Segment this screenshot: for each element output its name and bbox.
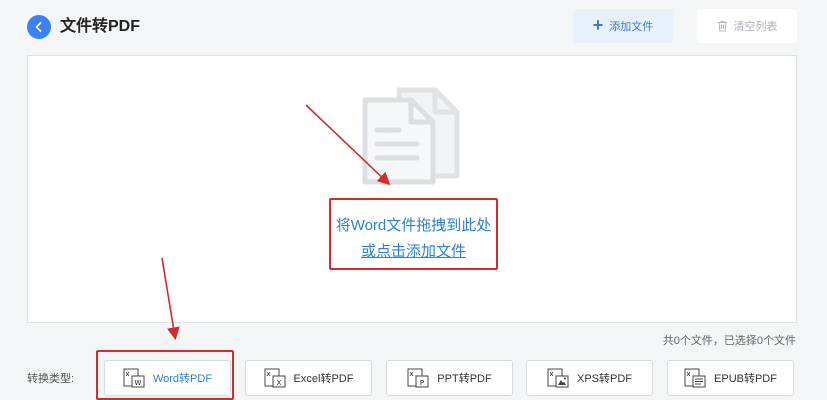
clear-list-label: 清空列表 [733, 21, 778, 33]
excel-to-pdf-button[interactable]: X Excel转PDF [245, 360, 372, 396]
page-title: 文件转PDF [60, 18, 141, 35]
add-file-button[interactable]: + 添加文件 [573, 9, 673, 43]
svg-text:X: X [276, 379, 281, 387]
add-file-label: 添加文件 [609, 21, 654, 33]
epub-to-pdf-label: EPUB转PDF [714, 373, 777, 385]
epub-doc-icon [684, 368, 706, 388]
svg-text:P: P [420, 379, 424, 387]
xps-to-pdf-button[interactable]: XPS转PDF [526, 360, 653, 396]
excel-doc-icon: X [264, 368, 286, 388]
xps-to-pdf-label: XPS转PDF [576, 373, 632, 385]
ppt-to-pdf-label: PPT转PDF [437, 373, 492, 385]
excel-to-pdf-label: Excel转PDF [293, 373, 354, 385]
clear-list-button[interactable]: 清空列表 [697, 9, 797, 43]
click-to-add-link[interactable]: 或点击添加文件 [331, 240, 496, 261]
epub-to-pdf-button[interactable]: EPUB转PDF [667, 360, 794, 396]
plus-icon: + [592, 15, 604, 35]
drop-hint-highlight: 将Word文件拖拽到此处 或点击添加文件 [329, 198, 498, 270]
documents-icon [362, 87, 460, 185]
file-to-pdf-page: 文件转PDF + 添加文件 清空列表 将Word文件拖拽到此处 或点击添加文件 … [0, 0, 827, 400]
arrow-left-icon [35, 22, 42, 32]
xps-doc-icon [547, 368, 569, 388]
back-button[interactable] [27, 15, 51, 39]
file-count-status: 共0个文件，已选择0个文件 [662, 335, 796, 347]
trash-icon [717, 20, 727, 32]
conversion-type-label: 转换类型: [27, 373, 75, 385]
annotation-frame [96, 350, 234, 400]
ppt-to-pdf-button[interactable]: P PPT转PDF [386, 360, 513, 396]
ppt-doc-icon: P [407, 368, 429, 388]
file-drop-zone[interactable]: 将Word文件拖拽到此处 或点击添加文件 [27, 55, 797, 323]
drop-hint-text: 将Word文件拖拽到此处 [335, 217, 492, 234]
